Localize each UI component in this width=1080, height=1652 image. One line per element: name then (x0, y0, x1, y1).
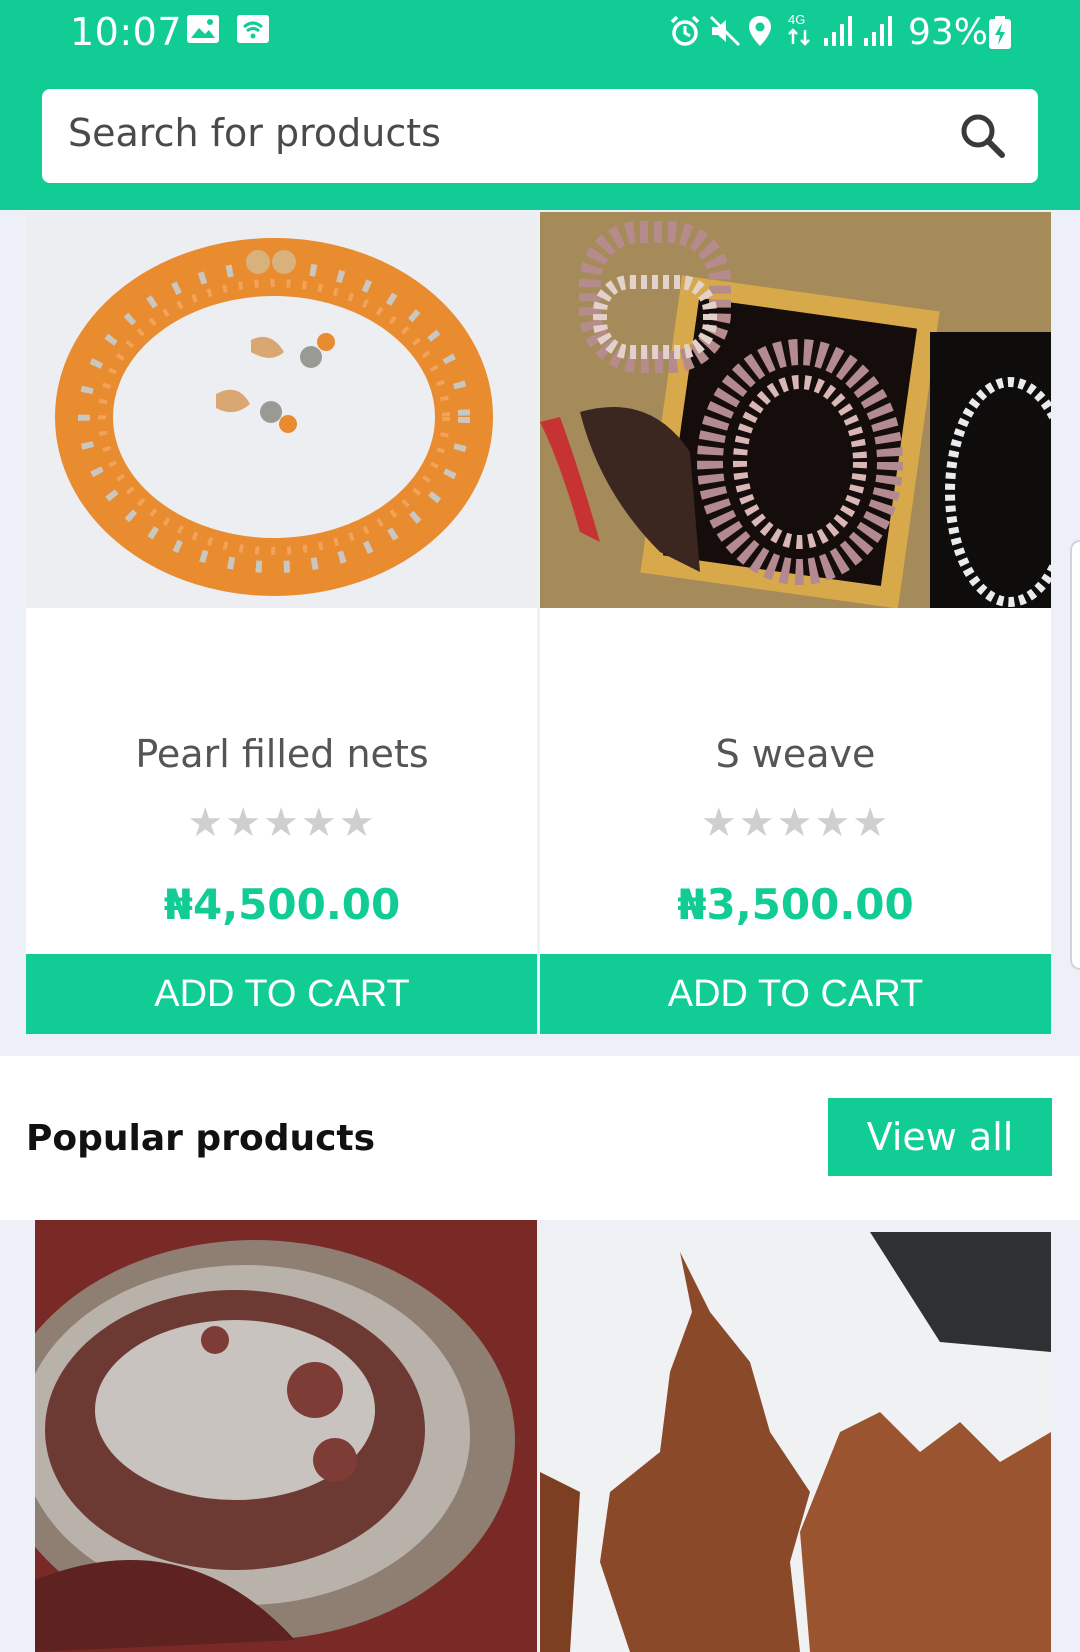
alarm-icon (668, 14, 702, 52)
image-icon (186, 14, 220, 48)
location-icon (746, 14, 774, 52)
4g-icon: 4G (786, 10, 814, 54)
rating-stars: ★★★★★ (187, 800, 377, 846)
section-title: Popular products (26, 1118, 376, 1159)
search-icon[interactable] (958, 111, 1006, 163)
scroll-indicator[interactable] (1070, 540, 1080, 970)
product-price: ₦4,500.00 (163, 880, 401, 929)
add-to-cart-button[interactable]: ADD TO CART (540, 954, 1051, 1034)
wifi-icon (236, 14, 270, 48)
product-thumbnail[interactable] (35, 1220, 537, 1652)
product-price: ₦3,500.00 (677, 880, 914, 929)
battery-level: 93% (908, 12, 989, 53)
signal-icon (862, 14, 898, 52)
status-bar: 10:07 4G 93% (0, 0, 1080, 70)
search-input[interactable]: Search for products (68, 111, 441, 155)
product-name[interactable]: S weave (540, 732, 1051, 776)
mute-icon (708, 14, 742, 52)
product-image[interactable] (26, 212, 538, 608)
card-divider (537, 212, 540, 1034)
product-card[interactable]: Pearl filled nets ★★★★★ ₦4,500.00 ADD TO… (26, 212, 538, 1034)
status-time: 10:07 (70, 10, 183, 54)
battery-charging-icon (988, 16, 1012, 54)
product-card[interactable]: S weave ★★★★★ ₦3,500.00 ADD TO CART (540, 212, 1051, 1034)
product-thumbnail[interactable] (540, 1232, 1051, 1652)
svg-text:4G: 4G (788, 12, 805, 27)
rating-stars: ★★★★★ (700, 800, 891, 846)
search-bar[interactable]: Search for products (42, 89, 1038, 183)
signal-icon (822, 14, 858, 52)
app-header: 10:07 4G 93% Search for products (0, 0, 1080, 210)
product-name[interactable]: Pearl filled nets (26, 732, 538, 776)
view-all-button[interactable]: View all (828, 1098, 1052, 1176)
add-to-cart-button[interactable]: ADD TO CART (26, 954, 538, 1034)
product-image[interactable] (540, 212, 1051, 608)
